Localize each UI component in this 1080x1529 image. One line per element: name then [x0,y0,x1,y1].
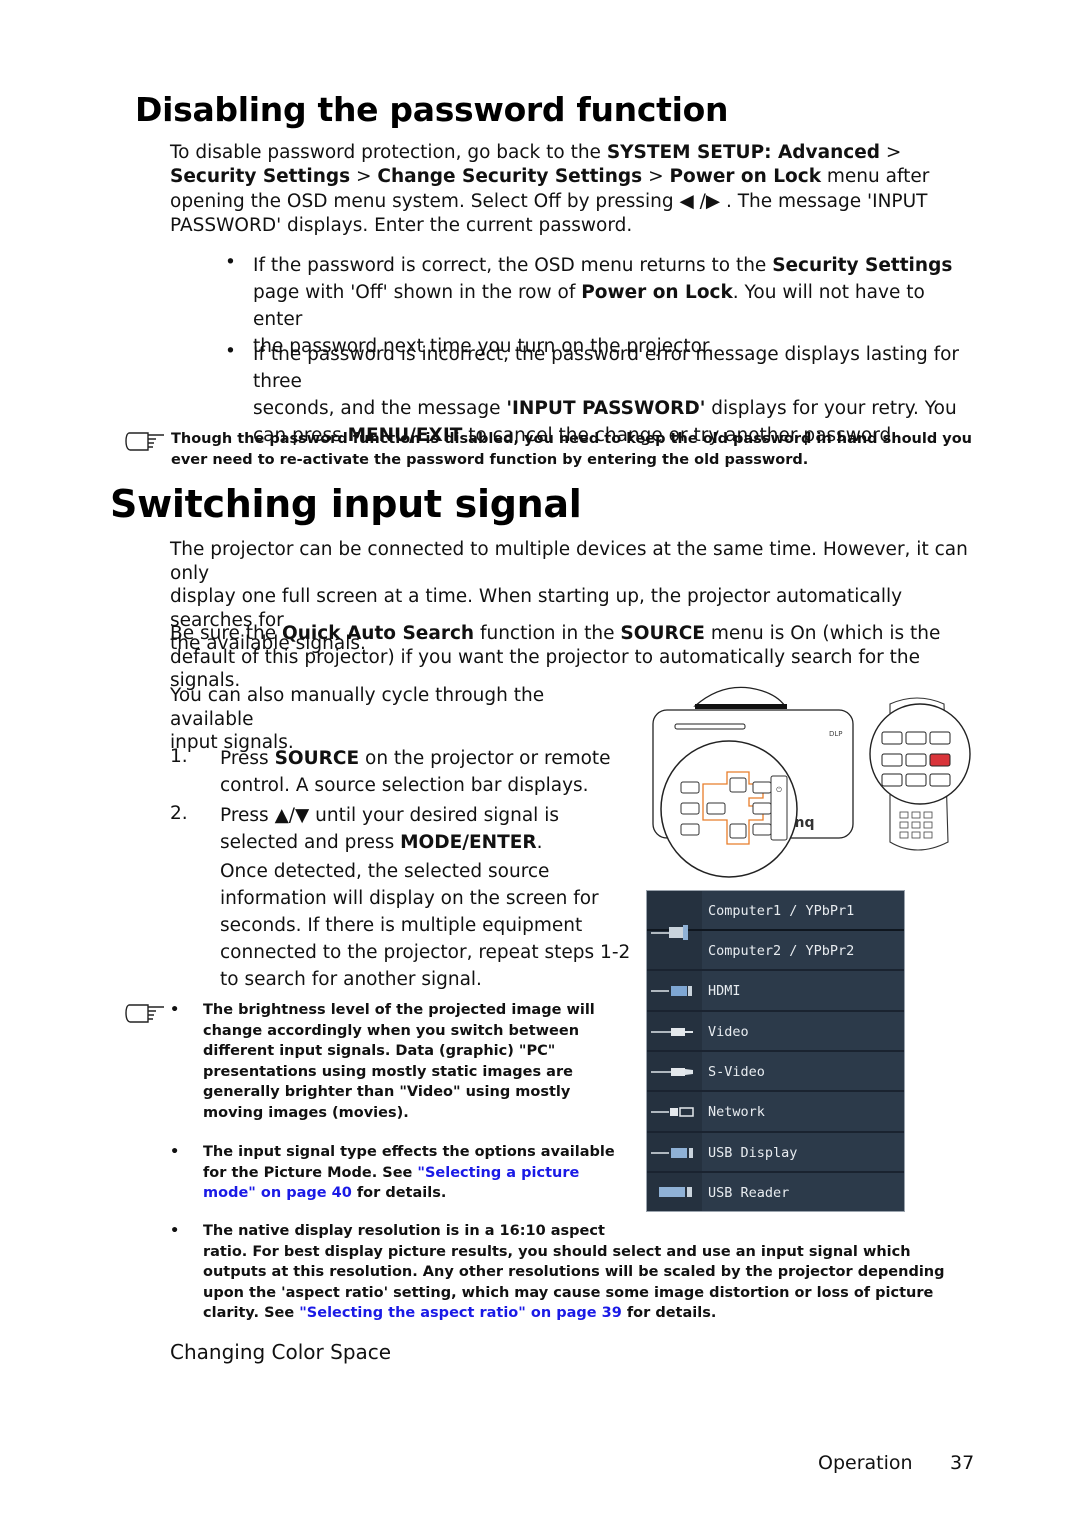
source-item-network[interactable]: Network [647,1092,904,1133]
link-selecting-picture-mode-page[interactable]: mode" on page 40 [203,1185,352,1201]
page-number: 37 [950,1452,975,1474]
projector-left-button [680,802,700,815]
source-selection-menu: Computer1 / YPbPr1 Computer2 / YPbPr2 HD… [646,890,905,1212]
vga-connector-icon [651,925,688,940]
paragraph-manual-cycle: You can also manually cycle through the … [170,685,545,753]
projector-right-button [752,802,772,815]
projector-source-button [752,823,772,836]
note-password-disabled: Though the password function is disabled… [171,431,972,468]
note-native-resolution: The native display resolution is in a 16… [203,1223,945,1321]
step-1: Press SOURCE on the projector or remote … [220,748,611,796]
remote-source-button [929,753,951,767]
hdmi-connector-icon [651,986,692,996]
subheading-changing-color-space: Changing Color Space [170,1340,392,1364]
projector-blank-button [680,823,700,836]
pointing-hand-note-icon [125,432,164,451]
pointing-hand-note-icon [125,1004,164,1023]
projector-up-button [729,777,747,793]
source-item-hdmi[interactable]: HDMI [647,971,904,1012]
network-connector-icon [651,1107,694,1117]
section-title-switching-input: Switching input signal [110,482,582,526]
section-title-disabling-password: Disabling the password function [135,90,729,129]
bullet: • [170,1144,180,1160]
remote-control-illustration [869,697,971,851]
projector-control-panel-illustration: DLP enq ⏻ [652,686,854,878]
bullet: • [170,1002,180,1018]
projector-menu-exit-button [680,781,700,794]
projector-auto-button [752,781,772,794]
usb-connector-icon [651,1148,693,1158]
note-brightness-level: The brightness level of the projected im… [203,1002,595,1121]
rca-connector-icon [651,1028,693,1036]
bullet: • [225,341,236,362]
svg-text:DLP: DLP [829,730,843,738]
power-indicator-icon: ⏻ [776,786,782,794]
step-number: 2. [170,803,188,824]
source-item-svideo[interactable]: S-Video [647,1052,904,1092]
svideo-connector-icon [651,1068,693,1076]
intro-paragraph: To disable password protection, go back … [170,142,930,236]
bullet: • [170,1223,180,1239]
step-2: Press ▲/▼ until your desired signal is s… [220,805,631,990]
source-item-usb-reader[interactable]: USB Reader [647,1173,904,1211]
paragraph-quick-auto-search: Be sure the Quick Auto Search function i… [170,623,941,691]
note-input-signal-type: The input signal type effects the option… [203,1144,615,1201]
projector-down-button [729,823,747,839]
source-item-video[interactable]: Video [647,1012,904,1052]
usb-reader-icon [659,1187,692,1197]
step-number: 1. [170,746,188,767]
bullet: • [225,252,236,273]
link-selecting-picture-mode[interactable]: "Selecting a picture [417,1165,579,1181]
source-item-usb-display[interactable]: USB Display [647,1133,904,1173]
footer-section-name: Operation [818,1452,913,1474]
projector-mode-enter-button [706,802,726,815]
link-selecting-aspect-ratio[interactable]: "Selecting the aspect ratio" on page 39 [299,1305,622,1321]
